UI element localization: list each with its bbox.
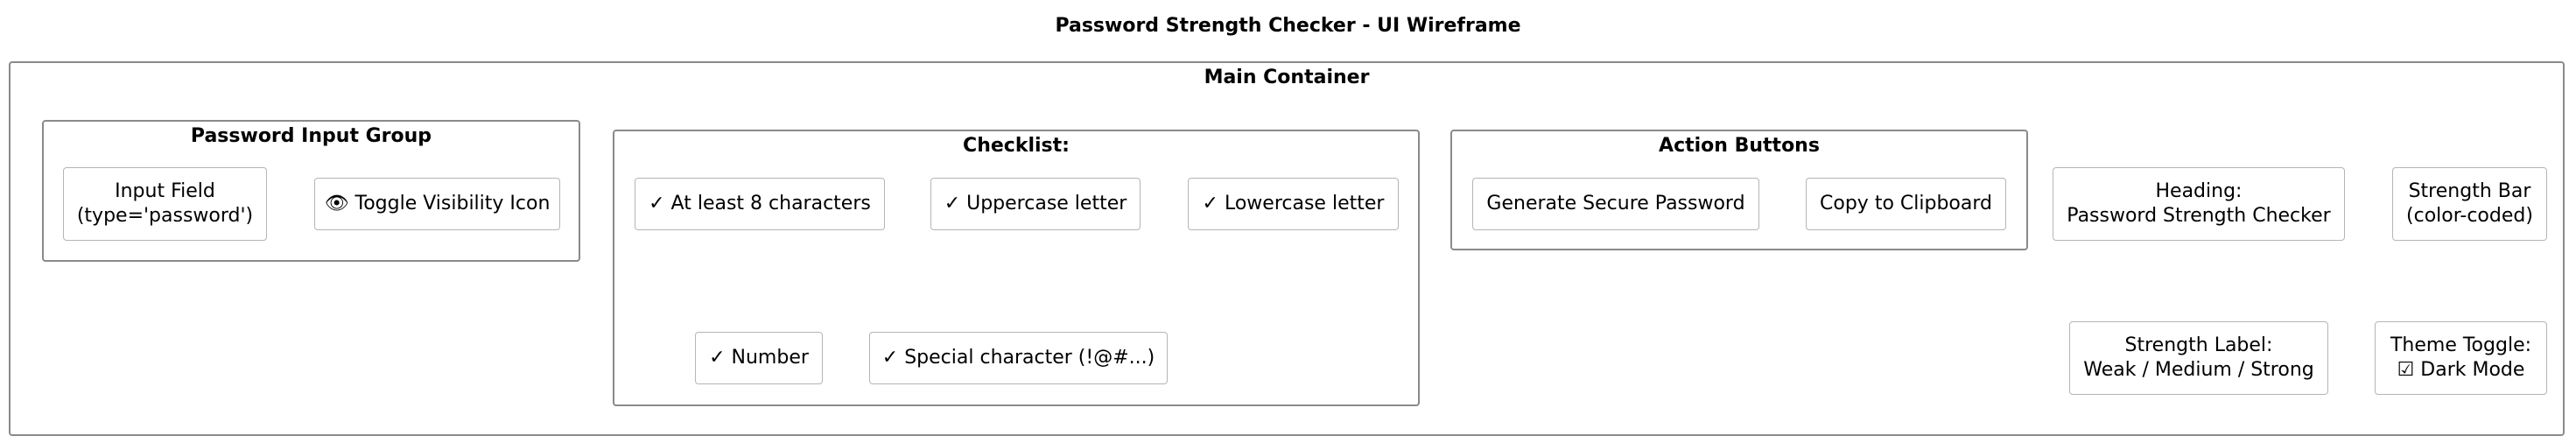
diagram-title: Password Strength Checker - UI Wireframe	[1055, 15, 1521, 37]
checklist-item-special-char: ✓ Special character (!@#...)	[869, 332, 1168, 384]
checklist-item-uppercase: ✓ Uppercase letter	[930, 178, 1141, 230]
copy-clipboard-node: Copy to Clipboard	[1806, 178, 2006, 230]
generate-password-node: Generate Secure Password	[1472, 178, 1759, 230]
checklist-item-min-length: ✓ At least 8 characters	[635, 178, 885, 230]
password-input-group-label: Password Input Group	[190, 125, 432, 147]
checklist-item-number: ✓ Number	[695, 332, 823, 384]
strength-bar-node: Strength Bar (color-coded)	[2392, 167, 2547, 241]
action-buttons-label: Action Buttons	[1659, 135, 1820, 157]
checklist-label: Checklist:	[963, 135, 1070, 157]
input-field-node: Input Field (type='password')	[63, 167, 267, 241]
toggle-visibility-node: 👁 Toggle Visibility Icon	[314, 178, 560, 230]
strength-label-node: Strength Label: Weak / Medium / Strong	[2069, 321, 2328, 395]
checklist-item-lowercase: ✓ Lowercase letter	[1188, 178, 1399, 230]
theme-toggle-node: Theme Toggle: ☑ Dark Mode	[2375, 321, 2547, 395]
main-container-label: Main Container	[1204, 67, 1370, 88]
heading-node: Heading: Password Strength Checker	[2053, 167, 2345, 241]
